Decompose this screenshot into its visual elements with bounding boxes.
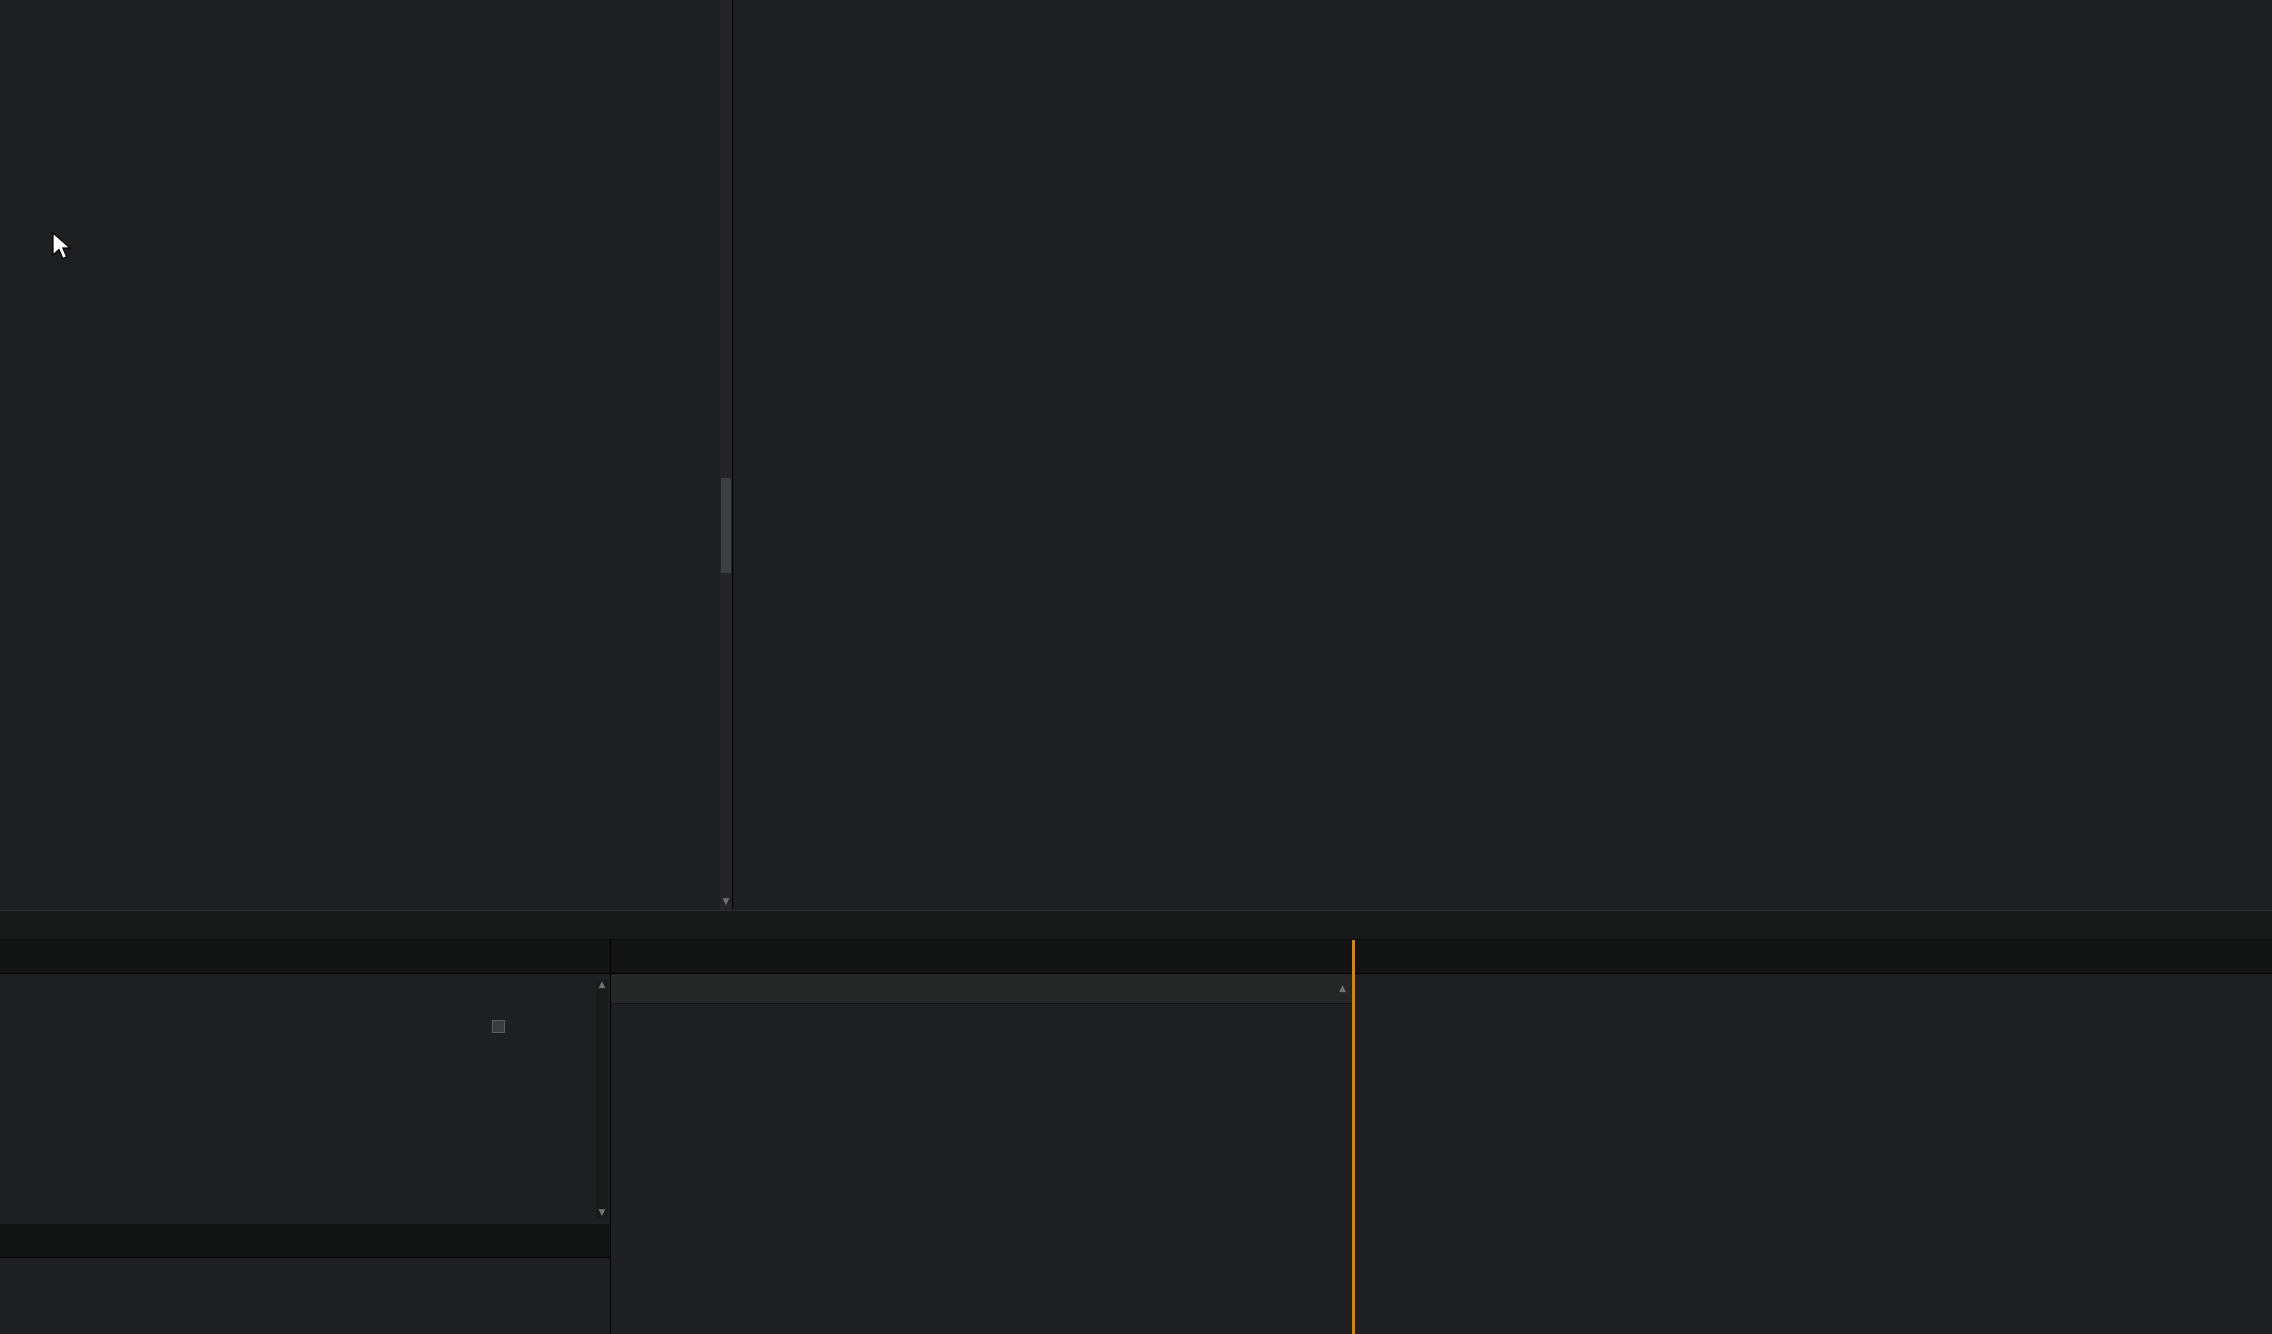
left-bottom-panel: ▲ ▼ [0,940,611,1334]
source-rows [733,0,2272,2]
memory-panel [0,1258,610,1334]
scroll-down-icon[interactable]: ▼ [720,894,732,910]
memory-tabbar [0,1224,610,1258]
source-panel [733,0,2272,910]
watch-panel: ▲ [611,940,1352,1334]
locals-table [1355,974,2272,1334]
disassembly-panel: ▼ [0,0,733,910]
stack-frame-module [492,1020,513,1033]
scroll-up-icon[interactable]: ▲ [1339,984,1346,994]
callstack-panel: ▲ ▼ [0,974,610,1224]
watch-tabbar [611,940,1352,974]
status-bar [0,910,2272,940]
bottom-panels: ▲ ▼ ▲ [0,940,2272,1334]
scroll-up-icon[interactable]: ▲ [596,980,608,990]
code-area: ▼ [0,0,2272,910]
callstack-tabbar [0,940,610,974]
memory-column-header [6,1258,610,1282]
module-icon [492,1020,505,1033]
expression-header: ▲ [611,974,1352,1004]
scrollbar-thumb[interactable] [721,478,731,573]
locals-tabbar [1355,940,2272,974]
locals-panel [1355,940,2272,1334]
disassembly-scrollbar[interactable]: ▼ [720,0,732,910]
debugger-window: ▼ ▲ [0,0,2272,1334]
watch-body[interactable] [611,1004,1352,1334]
disassembly-rows [0,0,720,2]
callstack-scrollbar[interactable]: ▲ ▼ [596,980,608,1218]
scroll-down-icon[interactable]: ▼ [596,1208,608,1218]
